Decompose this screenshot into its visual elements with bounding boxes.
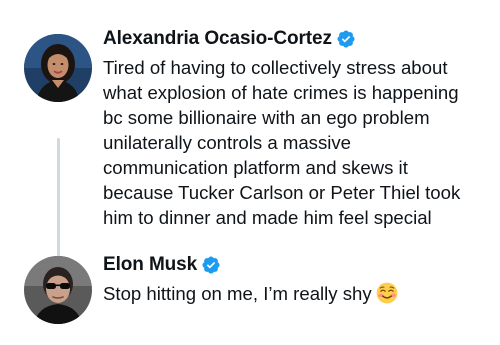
tweet-text-line: him to dinner and made him feel special [103, 207, 432, 228]
smiling-face-icon [376, 282, 398, 304]
avatar-aoc[interactable] [24, 34, 92, 102]
avatar-musk[interactable] [24, 256, 92, 324]
tweet-text-line: unilaterally controls a massive [103, 132, 352, 153]
tweet-aoc-content: Alexandria Ocasio-Cortez Tired of having… [103, 26, 488, 230]
avatar-musk-image [24, 256, 92, 324]
tweet-text-body: Stop hitting on me, I’m really shy [103, 283, 372, 304]
tweet-text-line: communication platform and skews it [103, 157, 408, 178]
tweet-aoc-header: Alexandria Ocasio-Cortez [103, 26, 488, 52]
tweet-text-line: what explosion of hate crimes is happeni… [103, 82, 459, 103]
tweet-musk-text: Stop hitting on me, I’m really shy [103, 281, 488, 306]
tweet-musk-header: Elon Musk [103, 252, 488, 278]
author-name[interactable]: Alexandria Ocasio-Cortez [103, 28, 332, 50]
verified-badge-icon [201, 255, 221, 275]
author-name[interactable]: Elon Musk [103, 254, 197, 276]
tweet-musk-content: Elon Musk Stop hitting on me, I’m really… [103, 252, 488, 306]
tweet-text-line: because Tucker Carlson or Peter Thiel to… [103, 182, 461, 203]
avatar-aoc-image [24, 34, 92, 102]
tweet-text-line: bc some billionaire with an ego problem [103, 107, 430, 128]
verified-badge-icon [336, 29, 356, 49]
tweet-text-line: Tired of having to collectively stress a… [103, 57, 448, 78]
tweet-aoc-text: Tired of having to collectively stress a… [103, 55, 481, 230]
tweet-thread: Alexandria Ocasio-Cortez Tired of having… [0, 0, 500, 345]
